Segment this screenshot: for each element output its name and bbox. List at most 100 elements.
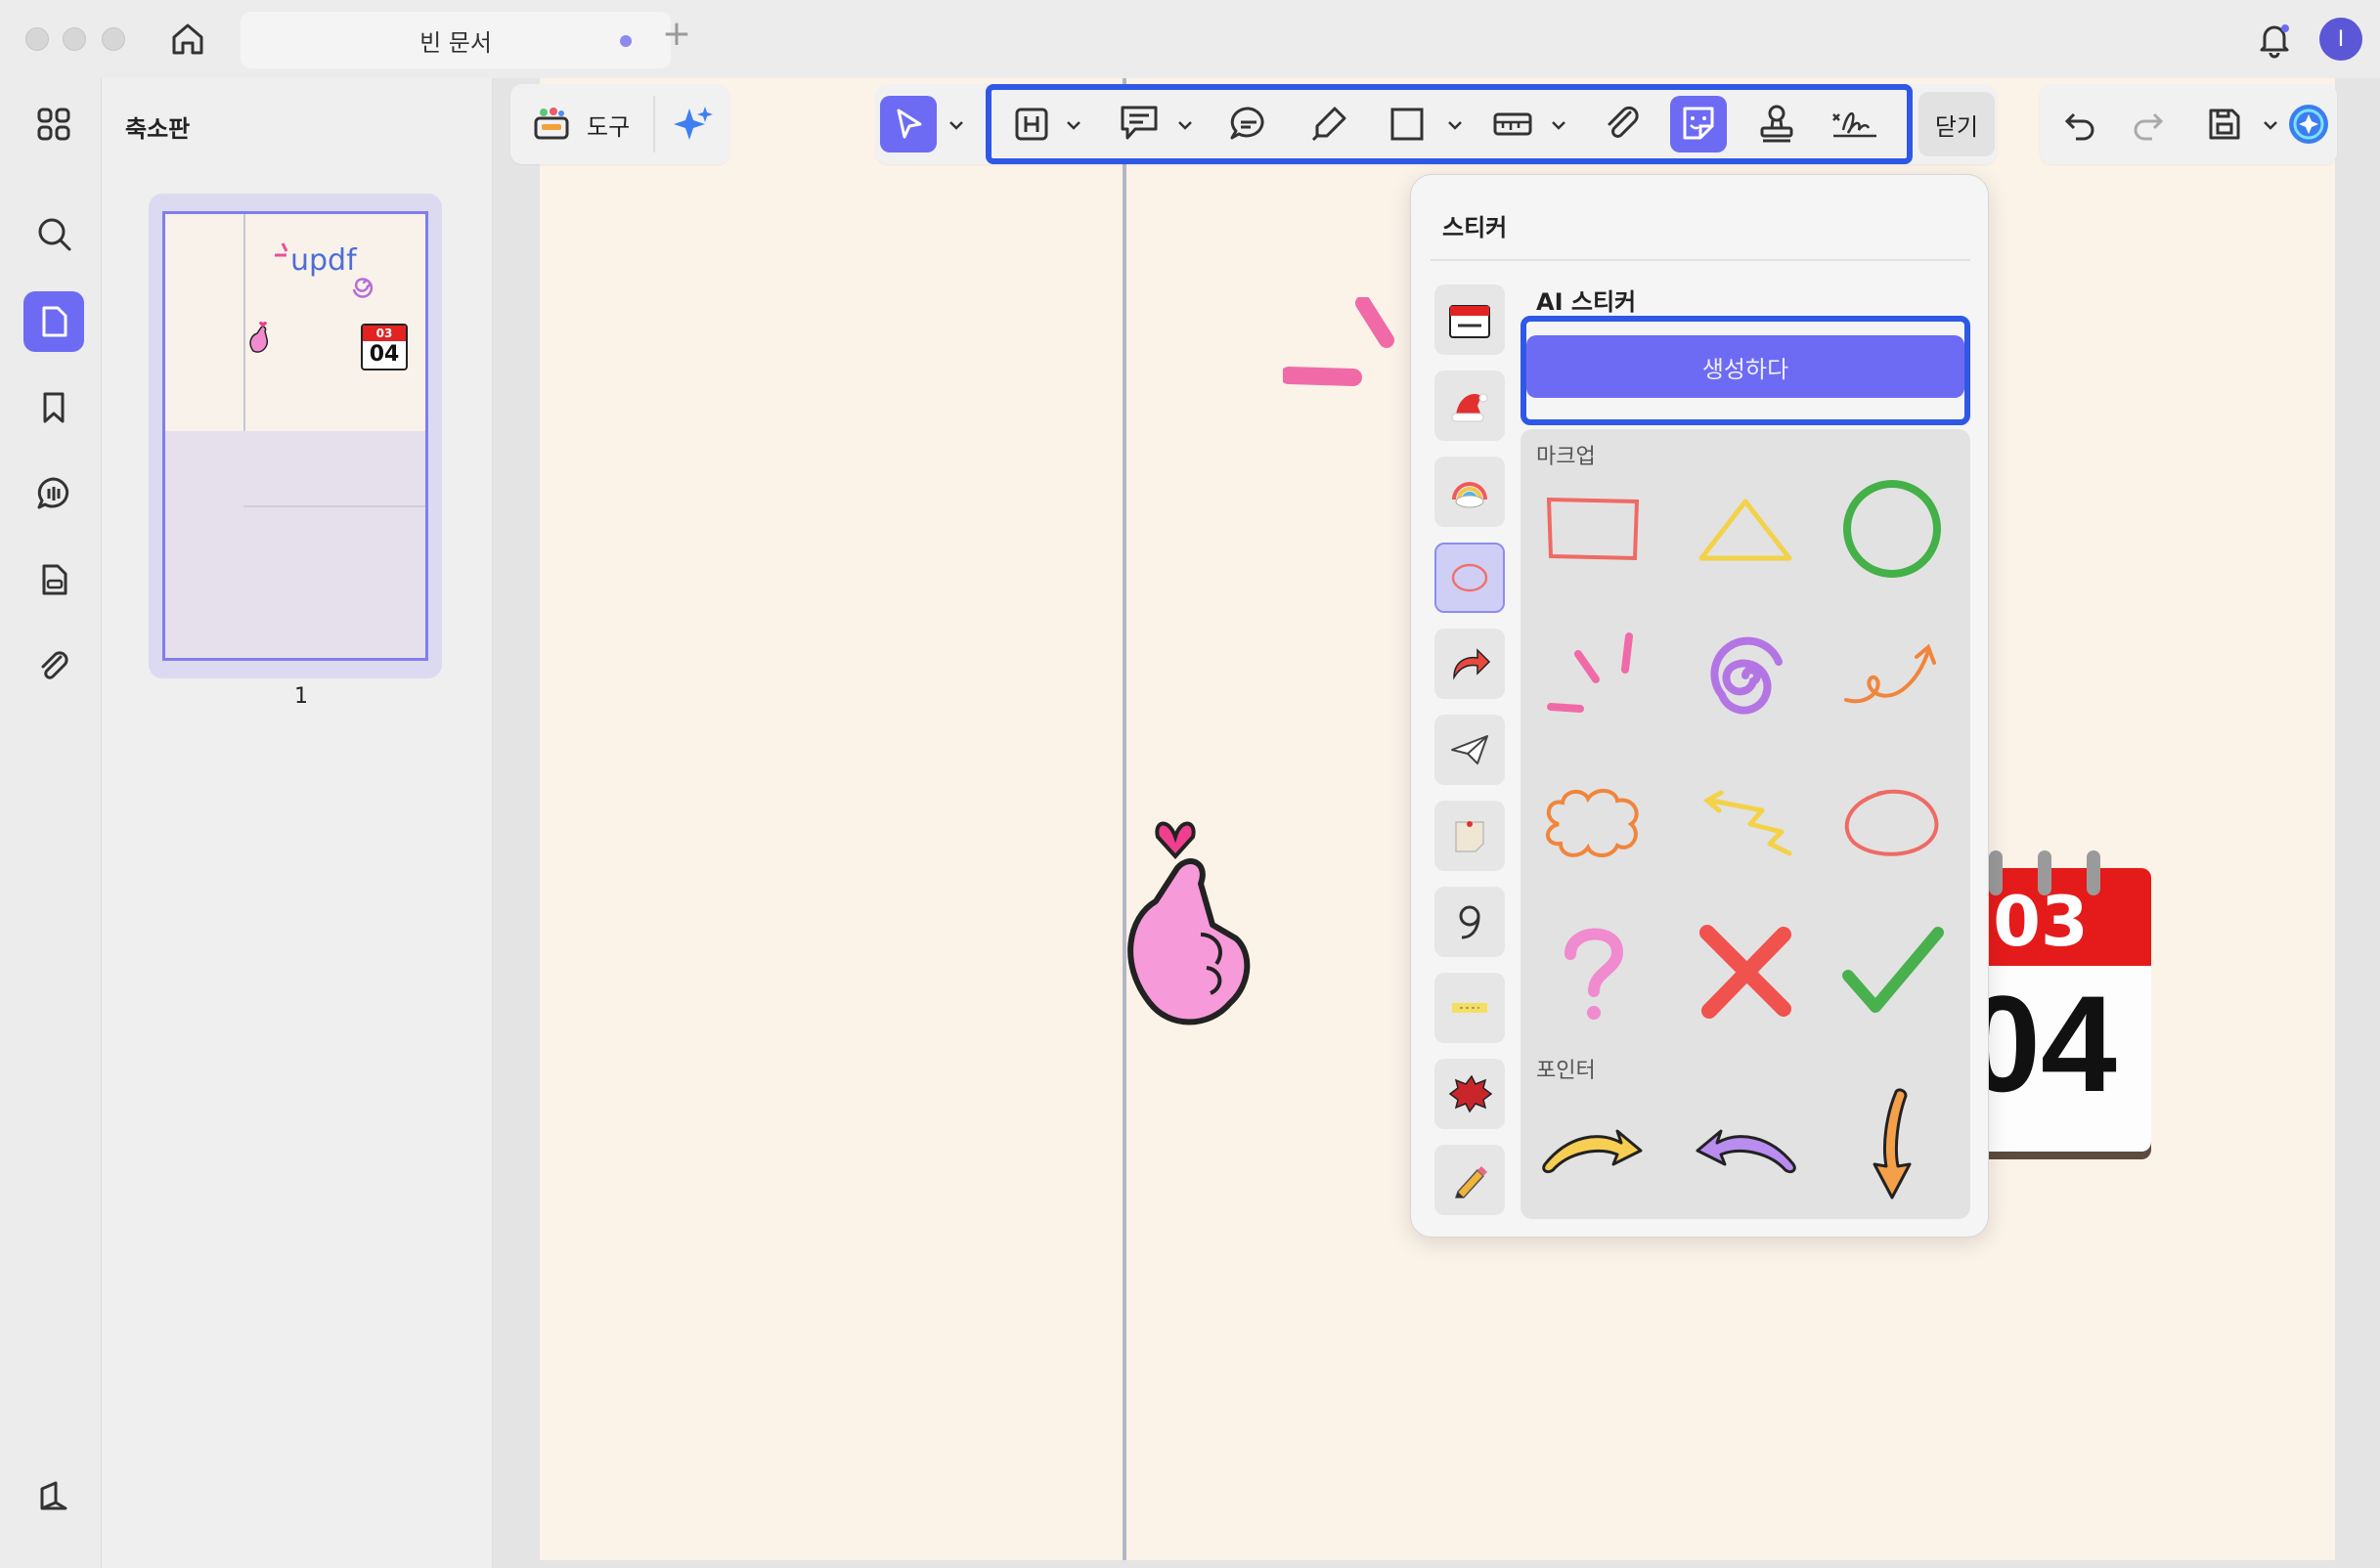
text-tool-button[interactable] <box>1003 96 1060 152</box>
sticker-category-arrows[interactable] <box>1434 629 1505 699</box>
rail-apps-button[interactable] <box>23 94 84 154</box>
redo-button[interactable] <box>2120 96 2177 152</box>
signature-icon <box>1832 111 1876 138</box>
sticker-question-mark[interactable] <box>1534 914 1652 1031</box>
sticker-category-holiday[interactable] <box>1434 370 1505 441</box>
sticker-yellow-arrow[interactable] <box>1534 1086 1652 1203</box>
thumb-calendar-day: 04 <box>369 342 400 367</box>
sticker-icon <box>1683 107 1714 140</box>
sticker-tool-button[interactable] <box>1670 96 1727 152</box>
signature-tool-button[interactable] <box>1827 96 1883 152</box>
sticker-purple-arrow[interactable] <box>1687 1086 1804 1203</box>
sticker-spiral[interactable] <box>1687 617 1804 734</box>
tools-button[interactable]: 도구 <box>532 102 630 147</box>
updf-ai-button[interactable] <box>2280 96 2337 152</box>
callout-tool-button[interactable] <box>1111 96 1168 152</box>
sticker-loop-arrow[interactable] <box>1833 617 1951 734</box>
rail-attachments-button[interactable] <box>23 635 84 696</box>
select-tool-button[interactable] <box>880 96 937 152</box>
sticker-category-weather[interactable] <box>1434 457 1505 527</box>
chevron-down-icon <box>1448 121 1462 130</box>
rectangle-icon <box>1390 108 1424 141</box>
spiral-icon <box>1710 636 1783 715</box>
sticker-cross[interactable] <box>1687 914 1804 1031</box>
sticker-ellipse[interactable] <box>1833 765 1951 883</box>
window-minimize-button[interactable] <box>63 27 86 51</box>
rail-thumbnails-button[interactable] <box>23 291 84 352</box>
window-close-button[interactable] <box>25 27 49 51</box>
checkmark-icon <box>1842 927 1944 1013</box>
canvas-finger-heart-sticker[interactable] <box>1115 807 1271 1032</box>
rail-bookmarks-button[interactable] <box>23 377 84 438</box>
sticker-category-paper[interactable] <box>1434 715 1505 785</box>
save-dropdown[interactable] <box>2261 115 2280 135</box>
cursor-icon <box>897 109 922 139</box>
sticker-category-notes[interactable] <box>1434 801 1505 871</box>
sticker-category-markup[interactable] <box>1434 543 1505 613</box>
undo-button[interactable] <box>2051 96 2108 152</box>
sticker-triangle[interactable] <box>1687 470 1804 588</box>
document-tab[interactable]: 빈 문서 <box>241 12 671 68</box>
purple-arrow-icon <box>1696 1129 1796 1174</box>
new-tab-button[interactable]: + <box>657 14 696 63</box>
measure-tool-button[interactable] <box>1484 96 1541 152</box>
sticker-sparkle-lines[interactable] <box>1534 617 1652 734</box>
rectangle-markup-icon <box>1546 497 1640 561</box>
close-toolbar-button[interactable]: 닫기 <box>1918 92 1995 156</box>
thumb-lower-area <box>165 431 425 658</box>
rail-forms-button[interactable] <box>23 549 84 610</box>
select-tool-dropdown[interactable] <box>947 115 966 135</box>
paper-plane-icon <box>1451 735 1488 764</box>
document-actions-toolbar <box>2040 84 2337 164</box>
comment-icon <box>37 477 69 509</box>
sticker-category-burst[interactable] <box>1434 1059 1505 1129</box>
window-zoom-button[interactable] <box>102 27 125 51</box>
sticker-checkmark[interactable] <box>1833 914 1951 1031</box>
home-button[interactable] <box>166 18 209 61</box>
save-button[interactable] <box>2196 96 2253 152</box>
attachment-tool-button[interactable] <box>1594 96 1651 152</box>
sticker-circle[interactable] <box>1833 470 1951 588</box>
sparkle-icon <box>674 107 713 140</box>
avatar[interactable]: I <box>2319 18 2362 61</box>
annotation-toolbar <box>876 84 1997 164</box>
text-tool-dropdown[interactable] <box>1064 115 1083 135</box>
curved-arrow-icon <box>1453 648 1491 680</box>
highlighter-icon <box>1311 107 1346 142</box>
loop-arrow-icon <box>1844 643 1936 704</box>
sticker-cloud[interactable] <box>1534 765 1652 883</box>
sticker-category-numbers[interactable] <box>1434 887 1505 957</box>
form-icon <box>42 564 67 595</box>
stamp-icon <box>1760 105 1793 143</box>
page-thumbnail[interactable]: updf 03 04 <box>149 194 442 678</box>
calendar-icon <box>1449 305 1490 338</box>
chevron-down-icon <box>1178 121 1192 130</box>
thumb-finger-heart-icon <box>249 322 269 353</box>
ai-sticker-title: AI 스티커 <box>1536 288 1637 316</box>
rail-sidebar-toggle-button[interactable] <box>23 1466 84 1527</box>
shape-tool-dropdown[interactable] <box>1445 115 1465 135</box>
callout-tool-dropdown[interactable] <box>1175 115 1195 135</box>
sticker-category-calendar[interactable] <box>1434 284 1505 355</box>
shape-tool-button[interactable] <box>1379 96 1435 152</box>
generate-ai-sticker-button[interactable]: 생성하다 <box>1526 335 1964 398</box>
pencil-icon <box>1454 1166 1487 1198</box>
sticker-rectangle[interactable] <box>1534 470 1652 588</box>
measure-tool-dropdown[interactable] <box>1549 115 1568 135</box>
sticker-zigzag-arrow[interactable] <box>1687 765 1804 883</box>
sticker-orange-arrow[interactable] <box>1833 1086 1951 1203</box>
comment-tool-button[interactable] <box>1220 96 1277 152</box>
rail-search-button[interactable] <box>23 203 84 264</box>
question-mark-icon <box>1565 928 1624 1020</box>
sidebar-toggle-icon <box>40 1481 67 1510</box>
rail-comments-button[interactable] <box>23 463 84 524</box>
stamp-tool-button[interactable] <box>1748 96 1805 152</box>
calendar-ring <box>2087 850 2100 895</box>
thumb-spark-icon <box>275 242 288 257</box>
notification-button[interactable] <box>2253 18 2296 61</box>
canvas-sparkle-sticker[interactable] <box>1283 297 1400 414</box>
highlighter-tool-button[interactable] <box>1300 96 1357 152</box>
sticker-category-stationery[interactable] <box>1434 1145 1505 1215</box>
ai-assistant-button[interactable] <box>665 96 722 152</box>
sticker-category-tape[interactable] <box>1434 973 1505 1043</box>
